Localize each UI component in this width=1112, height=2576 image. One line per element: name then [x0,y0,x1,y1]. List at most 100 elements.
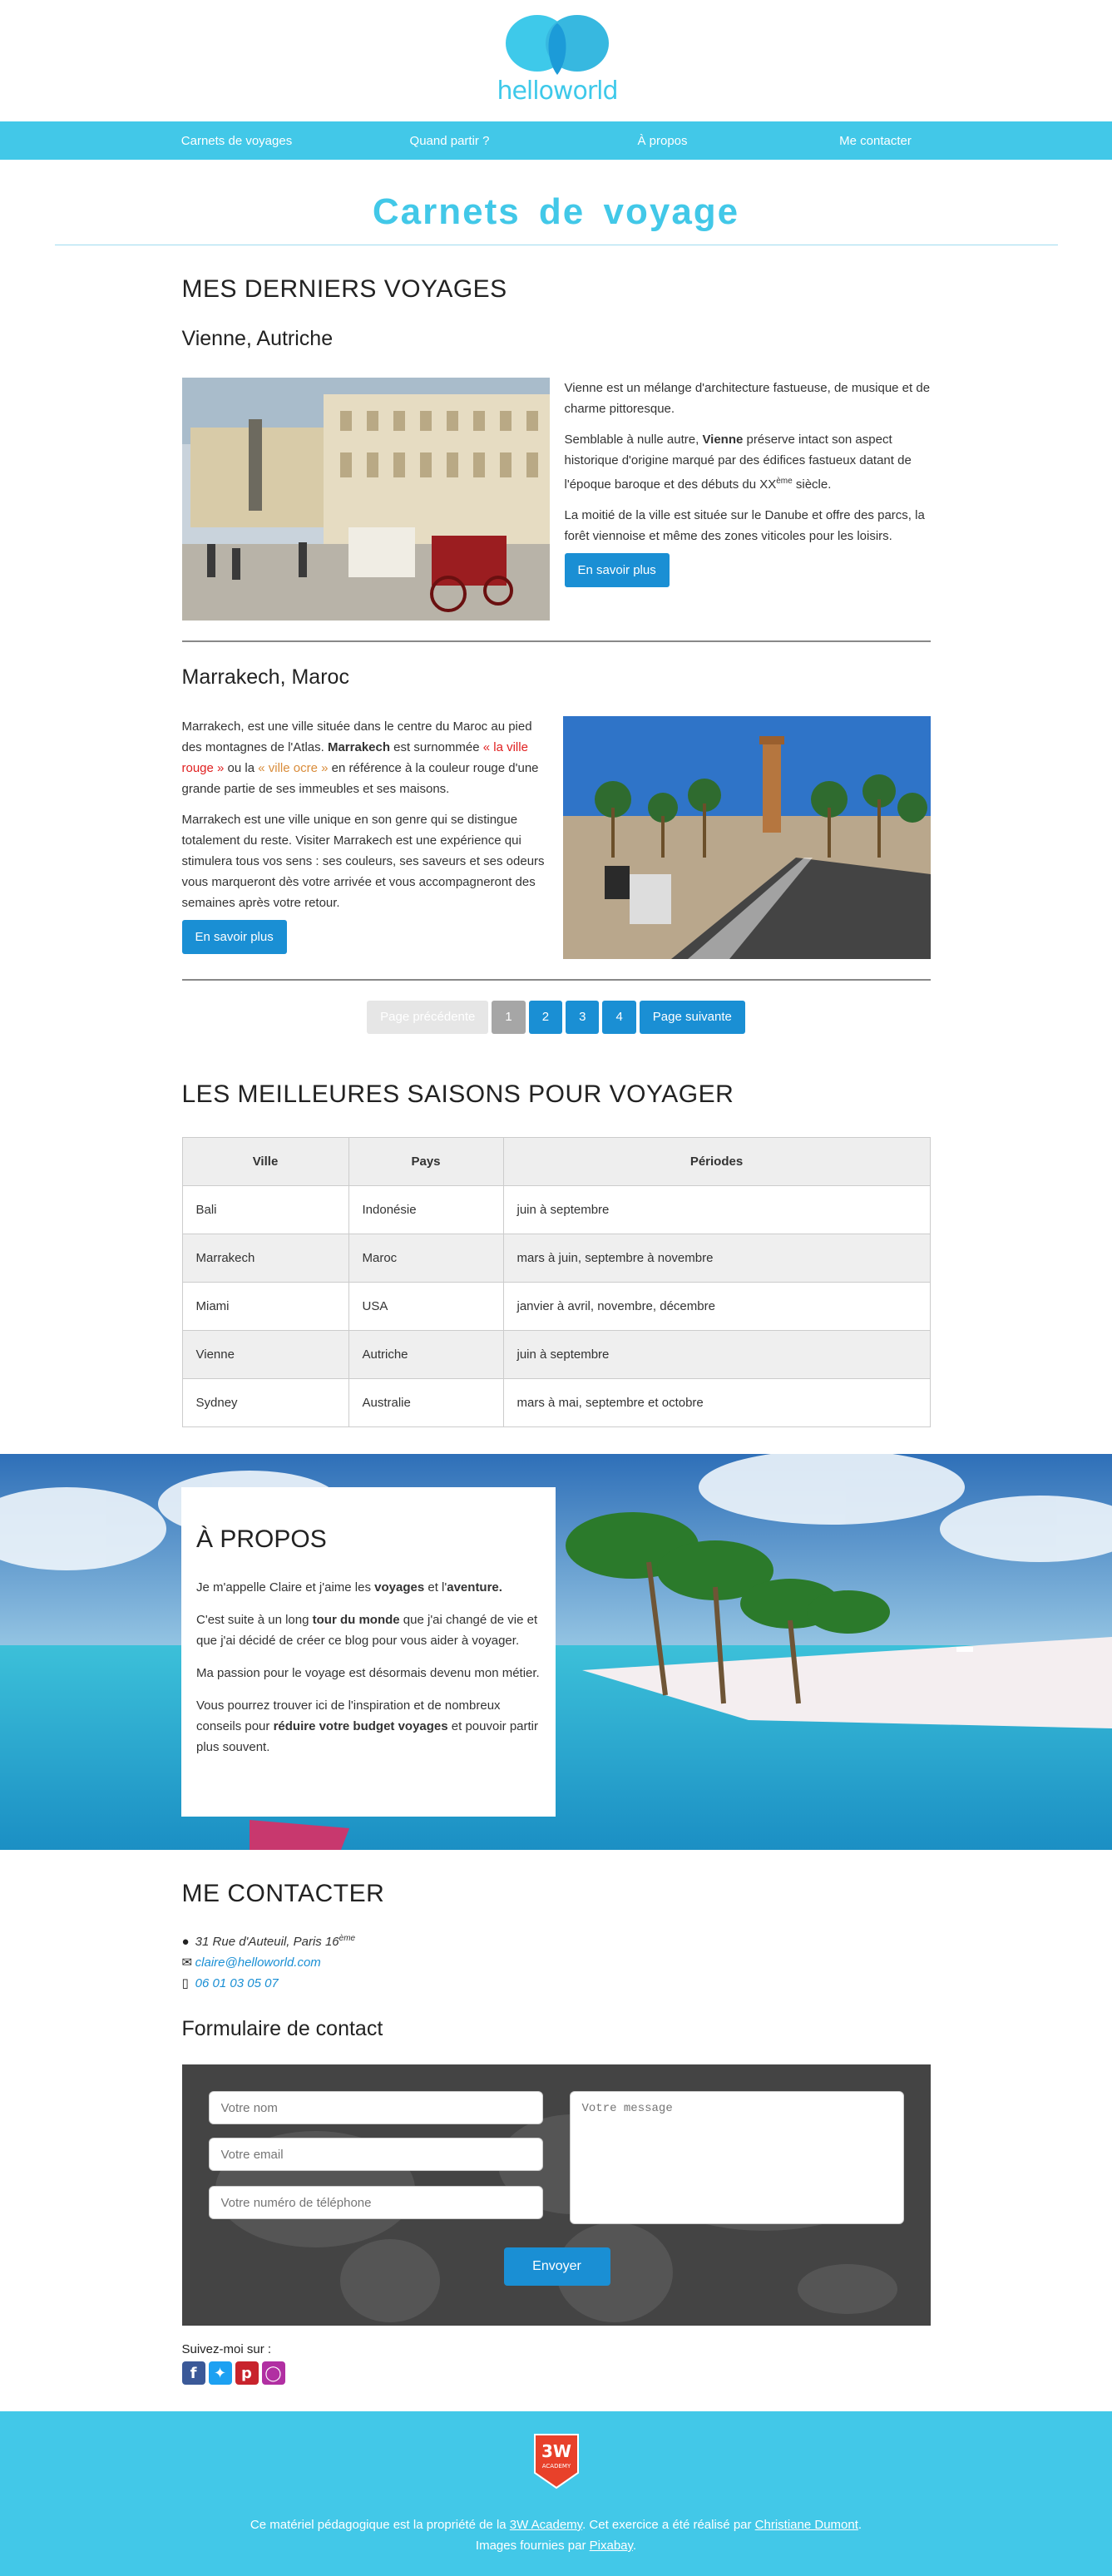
trip-marrakech: Marrakech, est une ville située dans le … [181,716,931,959]
table-header-row: Ville Pays Périodes [181,1137,931,1186]
cell-ville: Marrakech [181,1234,349,1283]
cell-periodes: juin à septembre [502,1330,931,1379]
address-line: ● 31 Rue d'Auteuil, Paris 16ème [182,1928,931,1952]
nav-quand-partir[interactable]: Quand partir ? [343,134,556,148]
author-link[interactable]: Christiane Dumont [755,2518,858,2532]
nav-a-propos[interactable]: À propos [556,134,769,148]
follow-label: Suivez-moi sur : [181,2342,272,2356]
contact-form: Envoyer [181,2064,931,2326]
footer-credits: Ce matériel pédagogique est la propriété… [0,2514,1112,2556]
marrakech-more-button[interactable]: En savoir plus [181,920,287,954]
vienne-p2: Semblable à nulle autre, Vienne préserve… [564,433,912,492]
cell-periodes: janvier à avril, novembre, décembre [502,1282,931,1331]
send-button[interactable]: Envoyer [503,2247,610,2286]
twitter-icon[interactable]: ✦ [208,2361,232,2385]
marrakech-p2: Marrakech est une ville unique en son ge… [181,813,545,910]
site-footer: 3W ACADEMY Ce matériel pédagogique est l… [0,2411,1112,2576]
marrakech-description: Marrakech, est une ville située dans le … [181,716,550,959]
phone-link[interactable]: 06 01 03 05 07 [195,1976,279,1990]
contact-section: ME CONTACTER ● 31 Rue d'Auteuil, Paris 1… [181,1880,931,2385]
col-periodes: Périodes [502,1137,931,1186]
mobile-phone-icon: ▯ [181,1976,189,1990]
table-row: Vienne Autriche juin à septembre [181,1330,931,1379]
site-logo[interactable]: helloworld [491,10,624,111]
message-input[interactable] [569,2091,904,2224]
cell-ville: Vienne [181,1330,349,1379]
contact-info: ● 31 Rue d'Auteuil, Paris 16ème ✉ claire… [182,1928,931,1994]
social-links: f ✦ p ◯ [181,2361,931,2385]
vienne-p3: La moitié de la ville est située sur le … [564,508,925,543]
trip-title-marrakech: Marrakech, Maroc [181,665,349,689]
name-input[interactable] [208,2091,543,2124]
instagram-icon[interactable]: ◯ [261,2361,285,2385]
pixabay-link[interactable]: Pixabay [590,2539,633,2553]
email-input[interactable] [208,2138,543,2171]
pager-next[interactable]: Page suivante [639,1001,745,1034]
vienne-photo [181,378,550,621]
about-heading: À PROPOS [196,1525,327,1553]
about-p1: Je m'appelle Claire et j'aime les voyage… [196,1580,502,1595]
trip-vienne: Vienne est un mélange d'architecture fas… [181,378,931,621]
site-header: helloworld [0,0,1112,121]
cell-pays: USA [348,1282,504,1331]
vienne-more-button[interactable]: En savoir plus [564,553,670,587]
page-title: Carnets de voyage [372,191,740,232]
phone-input[interactable] [208,2186,543,2219]
cell-periodes: juin à septembre [502,1185,931,1234]
logo-wordmark: helloworld [497,77,618,106]
col-ville: Ville [181,1137,349,1186]
about-p2: C'est suite à un long tour du monde que … [196,1613,538,1648]
trip-divider [181,979,931,981]
email-link[interactable]: claire@helloworld.com [195,1955,321,1970]
table-row: Marrakech Maroc mars à juin, septembre à n… [181,1234,931,1283]
table-row: Sydney Australie mars à mai, septembre et … [181,1378,931,1427]
table-row: Miami USA janvier à avril, novembre, décem… [181,1282,931,1331]
trip-divider [181,640,931,642]
pager-page-4[interactable]: 4 [602,1001,636,1034]
cell-pays: Indonésie [348,1185,504,1234]
cell-periodes: mars à juin, septembre à novembre [502,1234,931,1283]
about-section: À PROPOS Je m'appelle Claire et j'aime l… [0,1454,1112,1850]
map-marker-icon: ● [181,1935,190,1949]
nav-contact[interactable]: Me contacter [769,134,982,148]
nav-carnets[interactable]: Carnets de voyages [131,134,343,148]
marrakech-p1: Marrakech, est une ville située dans le … [181,719,539,796]
cell-pays: Autriche [348,1330,504,1379]
heart-logo-icon [506,15,609,75]
facebook-icon[interactable]: f [181,2361,205,2385]
cell-ville: Bali [181,1185,349,1234]
main-nav: Carnets de voyages Quand partir ? À prop… [0,121,1112,160]
cell-periodes: mars à mai, septembre et octobre [502,1378,931,1427]
cell-pays: Maroc [348,1234,504,1283]
cell-ville: Sydney [181,1378,349,1427]
seasons-heading: LES MEILLEURES SAISONS POUR VOYAGER [181,1080,734,1108]
pager-page-1[interactable]: 1 [492,1001,526,1034]
latest-heading: MES DERNIERS VOYAGES [181,275,507,303]
about-p3: Ma passion pour le voyage est désormais … [196,1666,540,1680]
pinterest-icon[interactable]: p [235,2361,259,2385]
3w-academy-link[interactable]: 3W Academy [510,2518,582,2532]
contact-heading: ME CONTACTER [181,1880,385,1907]
cell-ville: Miami [181,1282,349,1331]
pager-page-3[interactable]: 3 [566,1001,600,1034]
pagination: Page précédente 1 2 3 4 Page suivante [182,1001,931,1034]
envelope-icon: ✉ [181,1955,193,1970]
about-card: À PROPOS Je m'appelle Claire et j'aime l… [181,1487,556,1817]
col-pays: Pays [348,1137,504,1186]
seasons-table: Ville Pays Périodes Bali Indonésie juin à … [181,1137,931,1427]
about-p4: Vous pourrez trouver ici de l'inspiratio… [196,1698,539,1754]
main-content: MES DERNIERS VOYAGES Vienne, Autriche Vi… [181,275,931,1427]
marrakech-photo [562,716,931,959]
pager-previous[interactable]: Page précédente [367,1001,489,1034]
pager-page-2[interactable]: 2 [528,1001,563,1034]
vienne-description: Vienne est un mélange d'architecture fas… [564,378,931,621]
table-row: Bali Indonésie juin à septembre [181,1185,931,1234]
credits-line-2: Images fournies par Pixabay. [475,2539,637,2553]
3w-academy-logo[interactable]: 3W ACADEMY [533,2433,580,2489]
credits-line-1: Ce matériel pédagogique est la propriété… [250,2518,862,2532]
phone-line: ▯ 06 01 03 05 07 [182,1973,931,1994]
email-line: ✉ claire@helloworld.com [182,1952,931,1973]
beach-background [0,1454,1112,1850]
trip-title-vienne: Vienne, Autriche [181,327,334,350]
vienne-p1: Vienne est un mélange d'architecture fas… [564,381,931,416]
